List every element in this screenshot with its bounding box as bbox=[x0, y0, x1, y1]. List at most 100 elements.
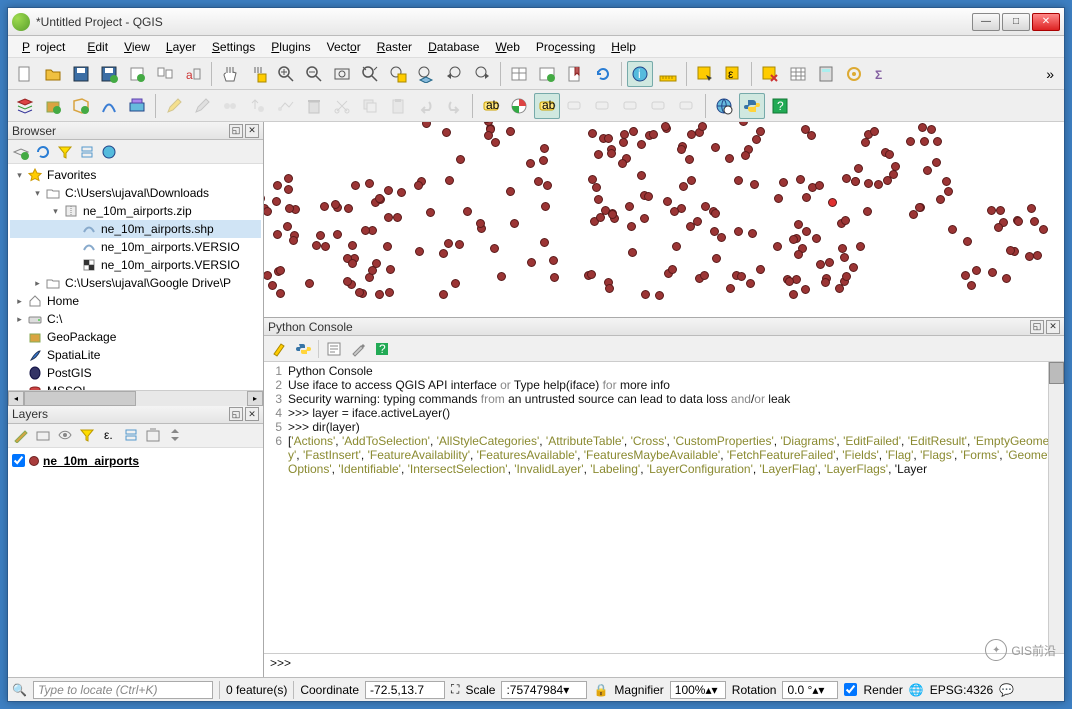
refresh-button[interactable] bbox=[590, 61, 616, 87]
help-button[interactable]: ? bbox=[767, 93, 793, 119]
field-calculator-button[interactable] bbox=[813, 61, 839, 87]
layer-add-group-icon[interactable] bbox=[34, 426, 52, 444]
browser-close-button[interactable]: ✕ bbox=[245, 124, 259, 138]
data-source-manager-button[interactable] bbox=[12, 93, 38, 119]
browser-hscroll[interactable]: ◂ ▸ bbox=[8, 390, 263, 406]
new-print-layout-button[interactable] bbox=[124, 61, 150, 87]
delete-selected-button[interactable] bbox=[301, 93, 327, 119]
deselect-button[interactable] bbox=[757, 61, 783, 87]
layer-row[interactable]: ne_10m_airports bbox=[12, 452, 259, 470]
menu-view[interactable]: View bbox=[118, 38, 156, 56]
new-shapefile-button[interactable] bbox=[68, 93, 94, 119]
scroll-left-icon[interactable]: ◂ bbox=[8, 391, 24, 406]
style-manager-button[interactable]: a bbox=[180, 61, 206, 87]
open-project-button[interactable] bbox=[40, 61, 66, 87]
layer-expand-icon[interactable] bbox=[122, 426, 140, 444]
label-highlight-button[interactable]: abc bbox=[534, 93, 560, 119]
label-change-button[interactable] bbox=[674, 93, 700, 119]
tree-item[interactable]: ▸Home bbox=[10, 292, 261, 310]
new-map-view-button[interactable] bbox=[506, 61, 532, 87]
menu-web[interactable]: Web bbox=[489, 38, 525, 56]
new-geopackage-button[interactable] bbox=[40, 93, 66, 119]
layers-list[interactable]: ne_10m_airports bbox=[8, 448, 263, 678]
label-pin-button[interactable] bbox=[562, 93, 588, 119]
label-rotate-button[interactable] bbox=[646, 93, 672, 119]
label-move-button[interactable] bbox=[618, 93, 644, 119]
magnifier-input[interactable]: 100% ▴▾ bbox=[670, 681, 726, 699]
zoom-in-button[interactable] bbox=[273, 61, 299, 87]
tree-item[interactable]: ne_10m_airports.VERSIO bbox=[10, 256, 261, 274]
tree-item[interactable]: SpatiaLite bbox=[10, 346, 261, 364]
scale-lock-icon[interactable]: 🔒 bbox=[593, 683, 608, 697]
toggle-editing-button[interactable] bbox=[161, 93, 187, 119]
pan-to-selection-button[interactable] bbox=[245, 61, 271, 87]
zoom-layer-button[interactable] bbox=[413, 61, 439, 87]
filter-icon[interactable] bbox=[56, 143, 74, 161]
diagram-button[interactable] bbox=[506, 93, 532, 119]
crs-icon[interactable]: 🌐 bbox=[909, 683, 924, 697]
python-vscroll[interactable] bbox=[1048, 362, 1064, 653]
close-button[interactable]: ✕ bbox=[1032, 13, 1060, 31]
crs-label[interactable]: EPSG:4326 bbox=[930, 683, 993, 697]
layers-close-button[interactable]: ✕ bbox=[245, 407, 259, 421]
map-canvas[interactable] bbox=[264, 122, 1064, 318]
copy-button[interactable] bbox=[357, 93, 383, 119]
messages-icon[interactable]: 💬 bbox=[999, 683, 1014, 697]
redo-button[interactable] bbox=[441, 93, 467, 119]
menu-layer[interactable]: Layer bbox=[160, 38, 202, 56]
menu-settings[interactable]: Settings bbox=[206, 38, 261, 56]
zoom-native-button[interactable] bbox=[329, 61, 355, 87]
scroll-right-icon[interactable]: ▸ bbox=[247, 391, 263, 406]
refresh-icon[interactable] bbox=[34, 143, 52, 161]
save-button[interactable] bbox=[68, 61, 94, 87]
locator-input[interactable]: Type to locate (Ctrl+K) bbox=[33, 681, 213, 699]
tree-item[interactable]: ▸C:\Users\ujaval\Google Drive\P bbox=[10, 274, 261, 292]
rotation-input[interactable]: 0.0 ° ▴▾ bbox=[782, 681, 838, 699]
settings-icon[interactable] bbox=[349, 340, 367, 358]
layers-undock-button[interactable]: ◱ bbox=[229, 407, 243, 421]
python-close-button[interactable]: ✕ bbox=[1046, 320, 1060, 334]
toolbar-overflow[interactable]: » bbox=[1040, 66, 1060, 82]
browser-tree[interactable]: ▾Favorites▾C:\Users\ujaval\Downloads▾ne_… bbox=[8, 164, 263, 390]
menu-processing[interactable]: Processing bbox=[530, 38, 601, 56]
label-show-button[interactable] bbox=[590, 93, 616, 119]
tree-item[interactable]: ne_10m_airports.shp bbox=[10, 220, 261, 238]
scale-input[interactable]: :75747984 ▾ bbox=[501, 681, 587, 699]
save-edits-button[interactable] bbox=[189, 93, 215, 119]
toggle-extents-icon[interactable]: ⛶ bbox=[451, 682, 459, 697]
tree-item[interactable]: MSSQL bbox=[10, 382, 261, 390]
processing-toolbox-button[interactable] bbox=[841, 61, 867, 87]
menu-database[interactable]: Database bbox=[422, 38, 485, 56]
label-single-button[interactable]: abc bbox=[478, 93, 504, 119]
tree-item[interactable]: PostGIS bbox=[10, 364, 261, 382]
menu-raster[interactable]: Raster bbox=[371, 38, 418, 56]
clear-console-icon[interactable] bbox=[270, 340, 288, 358]
menu-help[interactable]: Help bbox=[605, 38, 642, 56]
add-layer-icon[interactable] bbox=[12, 143, 30, 161]
node-tool-button[interactable] bbox=[273, 93, 299, 119]
new-virtual-layer-button[interactable] bbox=[124, 93, 150, 119]
zoom-selection-button[interactable] bbox=[385, 61, 411, 87]
coordinate-input[interactable]: -72.5,13.7 bbox=[365, 681, 445, 699]
menu-project[interactable]: Project bbox=[16, 38, 77, 56]
zoom-last-button[interactable] bbox=[441, 61, 467, 87]
select-expression-button[interactable]: ε bbox=[720, 61, 746, 87]
show-bookmarks-button[interactable] bbox=[562, 61, 588, 87]
layout-manager-button[interactable] bbox=[152, 61, 178, 87]
browser-undock-button[interactable]: ◱ bbox=[229, 124, 243, 138]
minimize-button[interactable]: — bbox=[972, 13, 1000, 31]
show-editor-icon[interactable] bbox=[325, 340, 343, 358]
metasearch-button[interactable] bbox=[711, 93, 737, 119]
undo-button[interactable] bbox=[413, 93, 439, 119]
measure-button[interactable] bbox=[655, 61, 681, 87]
tree-item[interactable]: GeoPackage bbox=[10, 328, 261, 346]
menu-edit[interactable]: Edit bbox=[81, 38, 114, 56]
menu-vector[interactable]: Vector bbox=[321, 38, 367, 56]
maximize-button[interactable]: □ bbox=[1002, 13, 1030, 31]
tree-item[interactable]: ▾C:\Users\ujaval\Downloads bbox=[10, 184, 261, 202]
layer-remove-icon[interactable] bbox=[144, 426, 162, 444]
cut-button[interactable] bbox=[329, 93, 355, 119]
new-spatialite-button[interactable] bbox=[96, 93, 122, 119]
run-command-icon[interactable] bbox=[294, 340, 312, 358]
zoom-full-button[interactable] bbox=[357, 61, 383, 87]
